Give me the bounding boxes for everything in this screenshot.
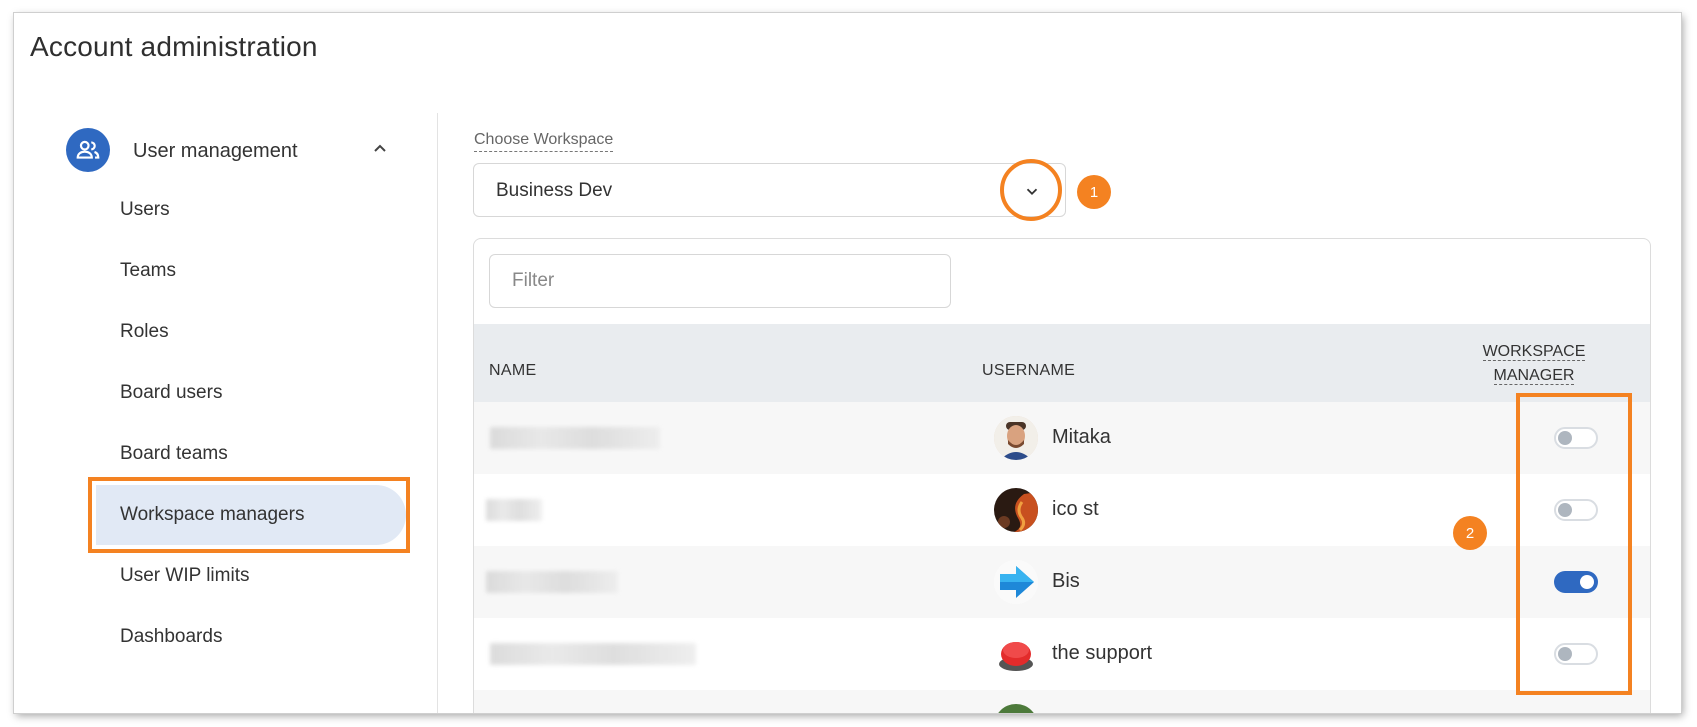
sidebar-item-dashboards[interactable]: Dashboards [96,607,406,667]
column-header-name[interactable]: NAME [489,362,536,380]
sidebar-item-board-teams[interactable]: Board teams [96,424,406,484]
user-management-icon [66,128,110,172]
column-header-manager-line2: MANAGER [1493,367,1575,385]
avatar [994,704,1038,713]
sidebar-item-label: Board users [120,382,223,403]
page-title: Account administration [30,31,318,62]
sidebar-item-teams[interactable]: Teams [96,241,406,301]
table-row[interactable] [474,690,1650,713]
sidebar-item-roles[interactable]: Roles [96,302,406,362]
sidebar-section-label: User management [133,140,298,162]
column-header-username[interactable]: USERNAME [982,362,1075,380]
help-button-avatar [994,632,1038,676]
workspace-select-value: Business Dev [496,180,613,201]
man-portrait-avatar [994,416,1038,460]
sidebar-section-user-management[interactable]: User management [52,128,432,174]
username: Bis [1052,570,1080,592]
sidebar-item-label: Roles [120,321,169,342]
table-row[interactable]: Mitaka [474,402,1650,474]
redacted-name [490,643,696,665]
workspace-select[interactable]: Business Dev [473,163,1066,217]
redacted-name [490,427,660,449]
highlight-circle-dropdown [1000,159,1062,221]
table-row[interactable]: the support [474,618,1650,690]
redacted-name [486,571,618,593]
sidebar-item-label: User WIP limits [120,565,250,586]
highlight-box-sidebar [88,477,410,553]
choose-workspace-label: Choose Workspace [474,131,614,152]
table-row[interactable]: Bis [474,546,1650,618]
username: Mitaka [1052,426,1111,448]
sidebar-divider [437,113,438,713]
sidebar-item-label: Teams [120,260,176,281]
annotation-badge-2: 2 [1453,516,1487,550]
sidebar-item-users[interactable]: Users [96,180,406,240]
blue-arrow-avatar [994,560,1038,604]
annotation-badge-1: 1 [1077,175,1111,209]
sidebar-item-label: Dashboards [120,626,223,647]
table-header: NAME USERNAME WORKSPACE MANAGER [474,324,1650,402]
sidebar-item-board-users[interactable]: Board users [96,363,406,423]
sidebar-item-user-wip-limits[interactable]: User WIP limits [96,546,406,606]
column-header-workspace-manager[interactable]: WORKSPACE MANAGER [1474,340,1594,388]
users-table-card: NAME USERNAME WORKSPACE MANAGER Mitaka [473,238,1651,713]
username: ico st [1052,498,1099,520]
sidebar-item-label: Board teams [120,443,228,464]
username: the support [1052,642,1153,664]
highlight-box-manager-column [1516,393,1632,695]
account-admin-panel: Account administration User management U… [14,13,1681,713]
filter-input[interactable] [489,254,951,308]
redacted-name [486,499,542,521]
column-header-manager-line1: WORKSPACE [1482,343,1586,361]
sidebar-item-label: Users [120,199,170,220]
chevron-up-icon[interactable] [370,138,390,158]
fire-avatar [994,488,1038,532]
